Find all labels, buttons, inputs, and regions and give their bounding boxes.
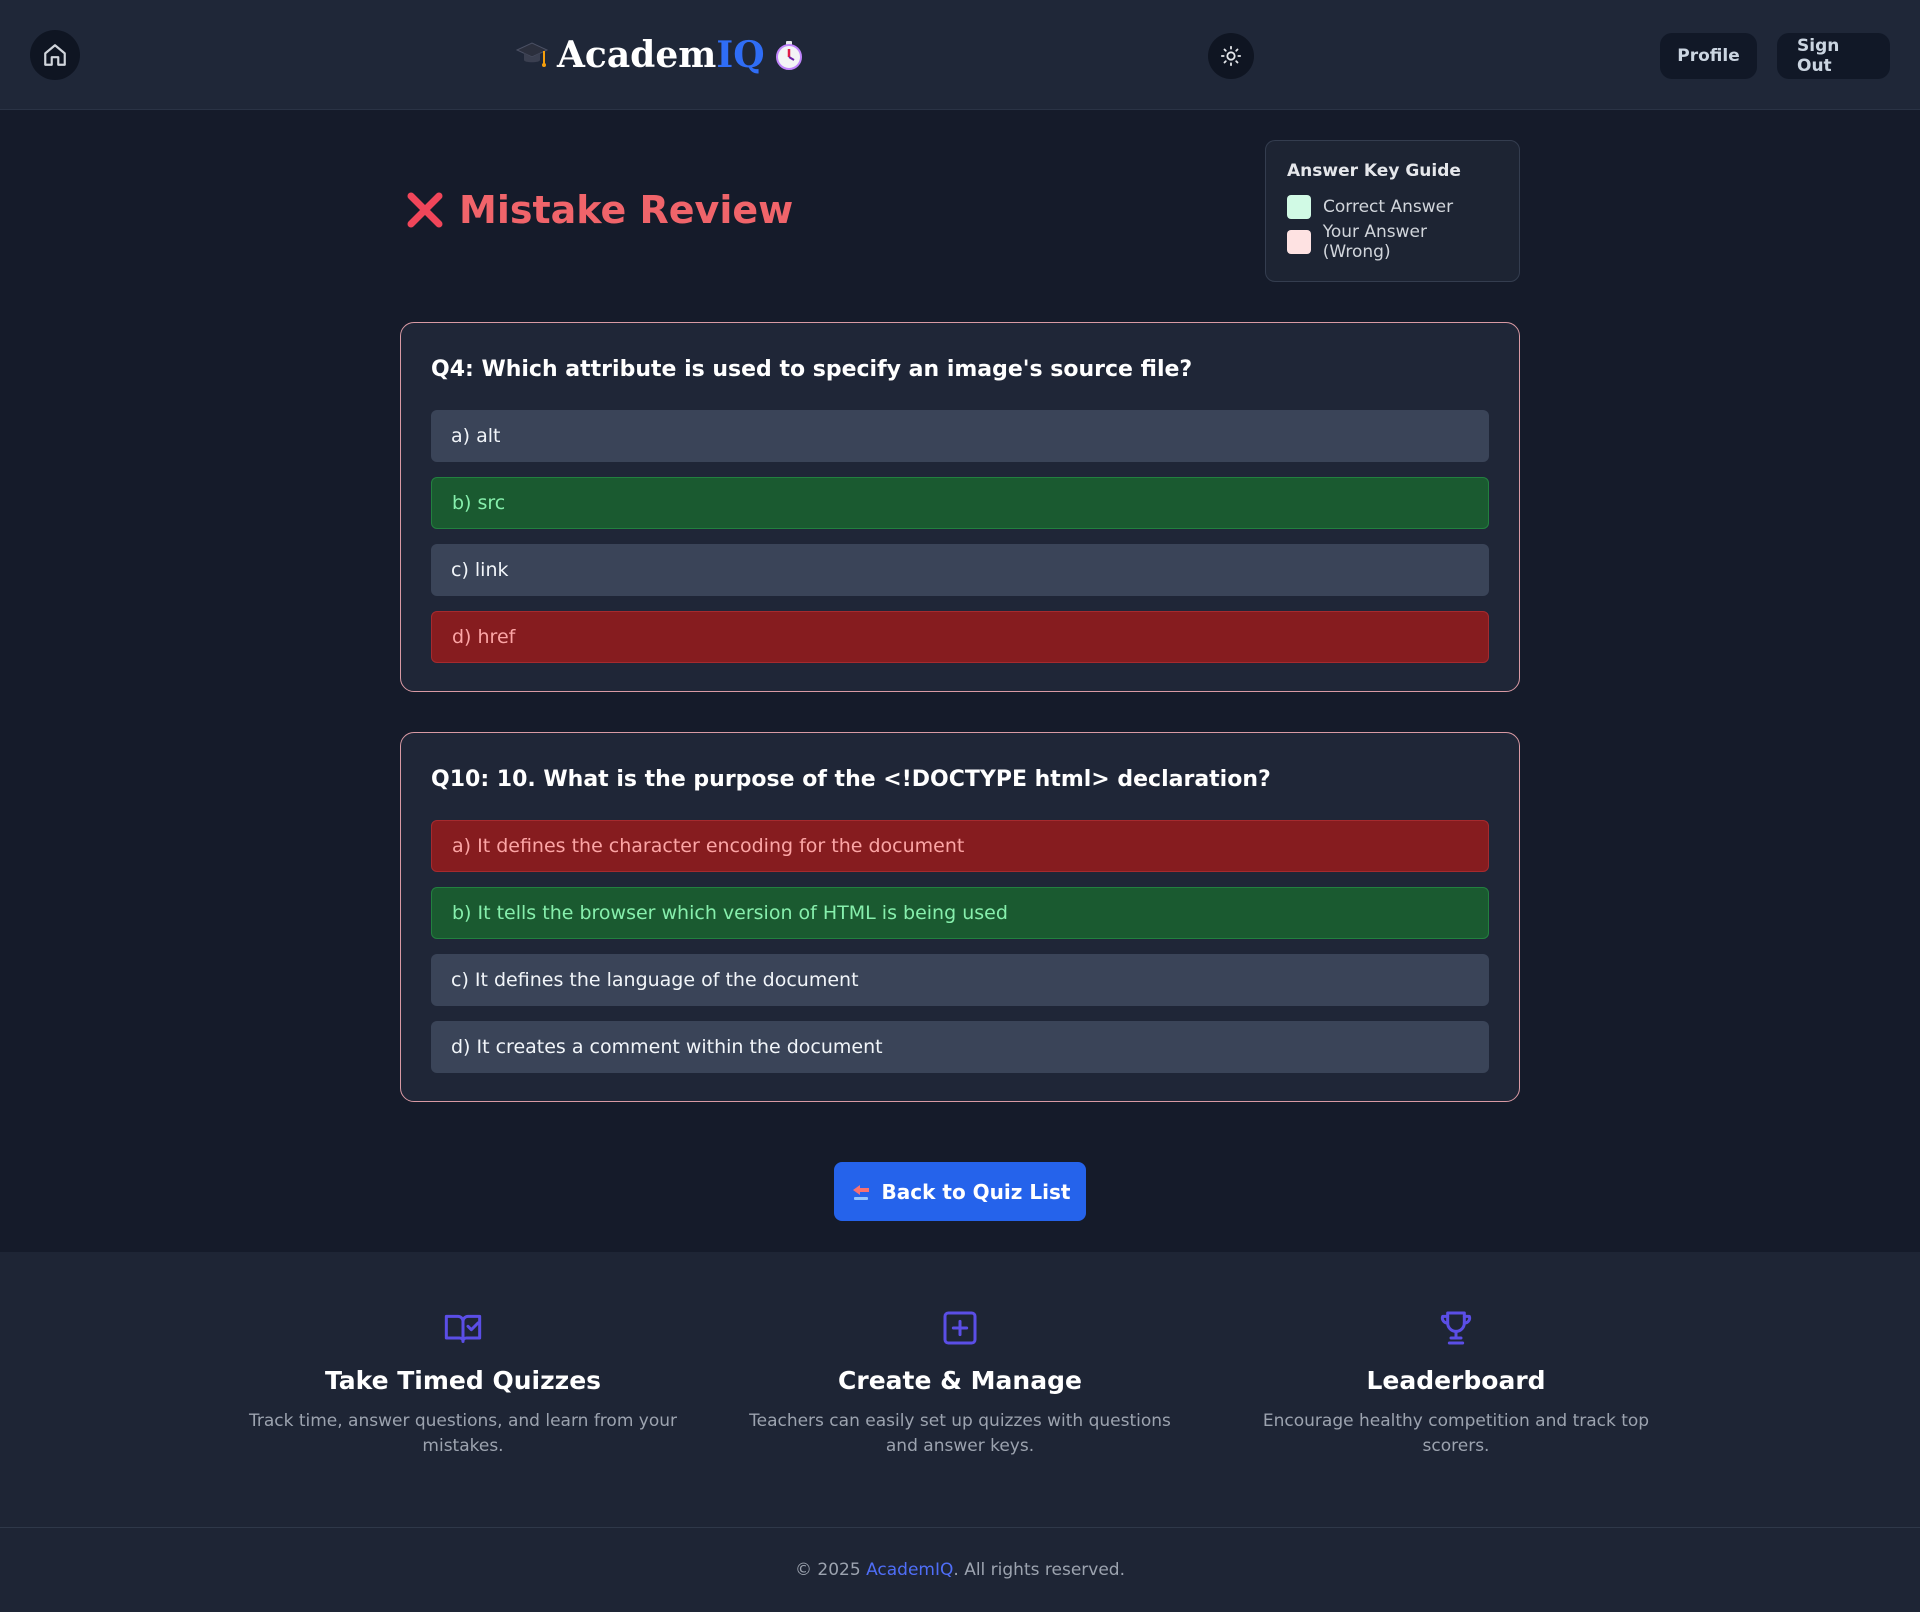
plus-square-icon (943, 1311, 977, 1345)
footer-copyright-prefix: © 2025 (795, 1560, 867, 1580)
guide-correct-row: Correct Answer (1287, 195, 1498, 219)
feature-title: Take Timed Quizzes (324, 1366, 602, 1395)
feature-timed-quizzes: Take Timed Quizzes Track time, answer qu… (248, 1308, 678, 1459)
features-section: Take Timed Quizzes Track time, answer qu… (0, 1252, 1920, 1527)
guide-title: Answer Key Guide (1287, 161, 1461, 181)
brand-name-academ: Academ (557, 34, 717, 76)
answer-option-correct: b) It tells the browser which version of… (431, 887, 1489, 939)
trophy-icon (1440, 1311, 1472, 1345)
wrong-swatch (1287, 230, 1311, 254)
sign-out-button[interactable]: Sign Out (1777, 33, 1890, 79)
page-title-text: Mistake Review (459, 188, 794, 232)
correct-swatch (1287, 195, 1311, 219)
home-button[interactable] (30, 30, 80, 80)
x-mark-icon (407, 192, 443, 228)
brand-name-iq: IQ (716, 34, 765, 76)
answer-option: d) It creates a comment within the docum… (431, 1021, 1489, 1073)
back-to-quiz-list-button[interactable]: Back to Quiz List (834, 1162, 1086, 1221)
page-footer: © 2025 AcademIQ. All rights reserved. (0, 1527, 1920, 1612)
feature-title: Leaderboard (1366, 1366, 1546, 1395)
footer-brand-link[interactable]: AcademIQ (866, 1560, 953, 1580)
answer-key-guide: Answer Key Guide Correct Answer Your Ans… (1265, 140, 1520, 282)
guide-correct-label: Correct Answer (1323, 197, 1454, 217)
guide-wrong-row: Your Answer (Wrong) (1287, 222, 1498, 262)
guide-wrong-label: Your Answer (Wrong) (1322, 222, 1427, 262)
answer-option: a) alt (431, 410, 1489, 462)
feature-description: Encourage healthy competition and track … (1262, 1411, 1650, 1456)
top-header: AcademIQ Profile Sign Out (0, 0, 1920, 110)
feature-description: Track time, answer questions, and learn … (248, 1411, 678, 1456)
feature-create-manage: Create & Manage Teachers can easily set … (745, 1308, 1175, 1459)
answer-option-wrong: a) It defines the character encoding for… (431, 820, 1489, 872)
book-check-icon (444, 1314, 482, 1343)
brand-logo[interactable]: AcademIQ (515, 30, 805, 80)
answer-option-wrong: d) href (431, 611, 1489, 663)
answer-option: c) link (431, 544, 1489, 596)
question-card: Q4: Which attribute is used to specify a… (400, 322, 1520, 692)
back-button-label: Back to Quiz List (881, 1179, 1071, 1204)
profile-button[interactable]: Profile (1660, 33, 1757, 79)
question-card: Q10: 10. What is the purpose of the <!DO… (400, 732, 1520, 1102)
question-text: Q4: Which attribute is used to specify a… (431, 357, 1193, 382)
theme-toggle-button[interactable] (1208, 33, 1254, 79)
answer-option: c) It defines the language of the docume… (431, 954, 1489, 1006)
feature-description: Teachers can easily set up quizzes with … (749, 1411, 1171, 1456)
sun-icon (1220, 45, 1242, 67)
footer-copyright-suffix: . All rights reserved. (953, 1560, 1125, 1580)
stopwatch-icon (775, 41, 802, 70)
question-text: Q10: 10. What is the purpose of the <!DO… (431, 767, 1271, 792)
page-title: Mistake Review (405, 185, 793, 235)
graduation-cap-icon (515, 42, 549, 67)
feature-leaderboard: Leaderboard Encourage healthy competitio… (1241, 1308, 1671, 1459)
home-icon (44, 44, 66, 66)
feature-title: Create & Manage (838, 1366, 1082, 1395)
back-arrow-icon (852, 1184, 869, 1200)
answer-option-correct: b) src (431, 477, 1489, 529)
